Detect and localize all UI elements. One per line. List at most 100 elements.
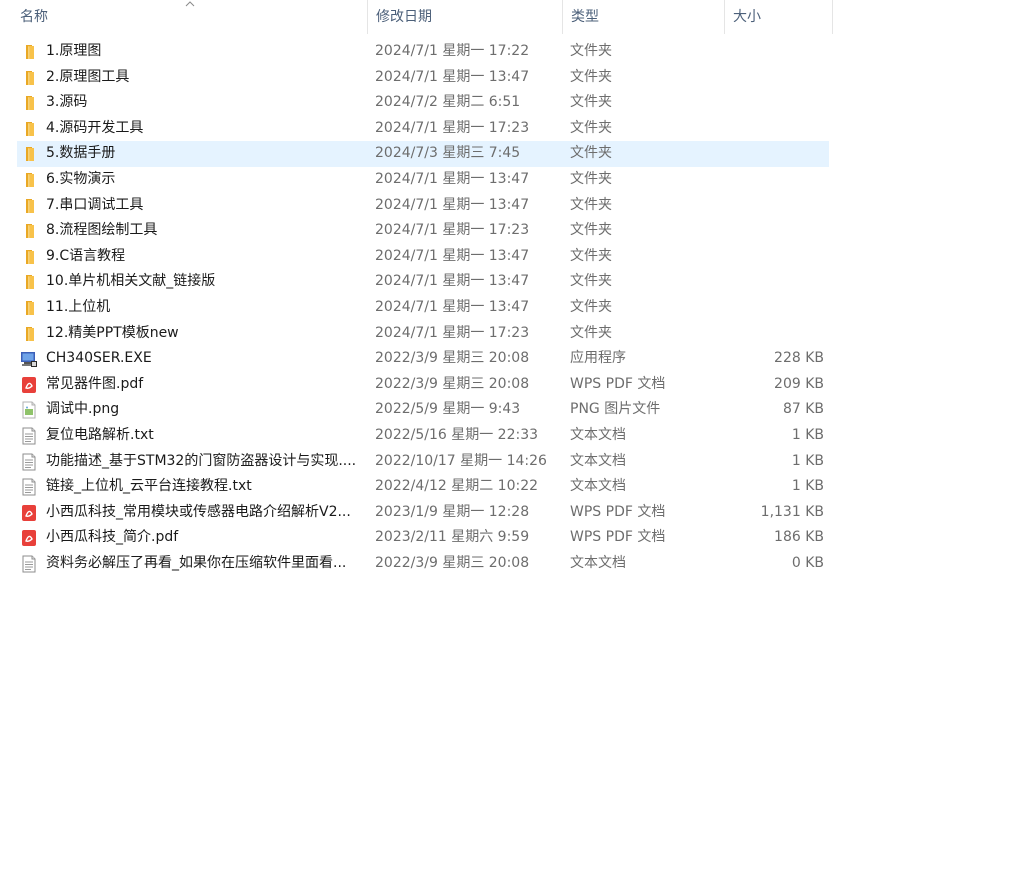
file-size [724, 321, 824, 347]
file-type: 文本文档 [570, 478, 626, 495]
txt-icon [20, 427, 38, 445]
file-name: CH340SER.EXE [46, 350, 152, 367]
file-type: 文件夹 [570, 119, 612, 136]
pdf-icon [20, 376, 38, 394]
file-size: 1 KB [791, 426, 824, 443]
file-date: 2022/3/9 星期三 20:08 [375, 375, 530, 392]
file-name: 3.源码 [46, 94, 88, 111]
file-row[interactable]: 资料务必解压了再看_如果你在压缩软件里面看... 2022/3/9 星期三 20:… [17, 551, 829, 577]
file-type: 应用程序 [570, 350, 626, 367]
pdf-icon [20, 504, 38, 522]
column-header-size[interactable]: 大小 [725, 0, 833, 34]
file-name: 10.单片机相关文献_链接版 [46, 273, 216, 290]
file-size [724, 116, 824, 142]
file-date: 2024/7/1 星期一 13:47 [375, 247, 530, 264]
file-type: 文件夹 [570, 170, 612, 187]
file-date: 2023/2/11 星期六 9:59 [375, 529, 530, 546]
file-date: 2024/7/1 星期一 17:22 [375, 43, 530, 59]
file-name: 小西瓜科技_简介.pdf [46, 529, 179, 546]
file-size [724, 218, 824, 244]
file-size [724, 90, 824, 116]
file-explorer: 名称 修改日期 类型 大小 1.原理图 2024/7/1 星期一 17:22 文件夹… [0, 0, 1024, 878]
file-name: 4.源码开发工具 [46, 119, 144, 136]
file-name: 链接_上位机_云平台连接教程.txt [46, 478, 252, 495]
file-type: 文件夹 [570, 196, 612, 213]
column-header-type[interactable]: 类型 [563, 0, 725, 34]
folder-icon [20, 43, 38, 61]
file-date: 2024/7/1 星期一 13:47 [375, 68, 530, 85]
folder-icon [20, 69, 38, 87]
file-row[interactable]: 小西瓜科技_常用模块或传感器电路介绍解析V2... 2023/1/9 星期一 12… [17, 500, 829, 526]
file-name: 6.实物演示 [46, 170, 116, 187]
file-row[interactable]: 6.实物演示 2024/7/1 星期一 13:47 文件夹 [17, 167, 829, 193]
file-row[interactable]: 常见器件图.pdf 2022/3/9 星期三 20:08 WPS PDF 文档 209… [17, 372, 829, 398]
file-row[interactable]: 8.流程图绘制工具 2024/7/1 星期一 17:23 文件夹 [17, 218, 829, 244]
file-date: 2022/3/9 星期三 20:08 [375, 350, 530, 367]
file-size: 1 KB [791, 452, 824, 469]
file-name: 9.C语言教程 [46, 247, 126, 264]
file-row[interactable]: 3.源码 2024/7/2 星期二 6:51 文件夹 [17, 90, 829, 116]
file-row[interactable]: 功能描述_基于STM32的门窗防盗器设计与实现.... 2022/10/17 星期… [17, 449, 829, 475]
file-row[interactable]: CH340SER.EXE 2022/3/9 星期三 20:08 应用程序 228 KB [17, 346, 829, 372]
column-header-date[interactable]: 修改日期 [368, 0, 563, 34]
folder-icon [20, 325, 38, 343]
txt-icon [20, 478, 38, 496]
file-type: 文件夹 [570, 43, 612, 59]
file-row[interactable]: 小西瓜科技_简介.pdf 2023/2/11 星期六 9:59 WPS PDF 文档… [17, 525, 829, 551]
file-type: 文本文档 [570, 554, 626, 571]
file-name: 资料务必解压了再看_如果你在压缩软件里面看... [46, 554, 347, 571]
file-type: WPS PDF 文档 [570, 503, 666, 520]
file-size: 1,131 KB [760, 503, 824, 520]
file-name: 2.原理图工具 [46, 68, 130, 85]
file-name: 调试中.png [46, 401, 120, 418]
file-row[interactable]: 12.精美PPT模板new 2024/7/1 星期一 17:23 文件夹 [17, 321, 829, 347]
file-size: 186 KB [774, 529, 824, 546]
file-date: 2022/5/9 星期一 9:43 [375, 401, 521, 418]
sort-ascending-icon [185, 1, 195, 7]
folder-icon [20, 171, 38, 189]
file-name: 1.原理图 [46, 43, 102, 59]
folder-icon [20, 120, 38, 138]
file-type: 文件夹 [570, 298, 612, 315]
file-date: 2023/1/9 星期一 12:28 [375, 503, 530, 520]
file-row[interactable]: 调试中.png 2022/5/9 星期一 9:43 PNG 图片文件 87 KB [17, 397, 829, 423]
folder-icon [20, 197, 38, 215]
file-type: PNG 图片文件 [570, 401, 661, 418]
folder-icon [20, 299, 38, 317]
file-name: 12.精美PPT模板new [46, 324, 179, 341]
file-size [724, 39, 824, 65]
file-type: 文件夹 [570, 94, 612, 111]
file-row[interactable]: 10.单片机相关文献_链接版 2024/7/1 星期一 13:47 文件夹 [17, 269, 829, 295]
file-date: 2024/7/1 星期一 13:47 [375, 298, 530, 315]
file-date: 2024/7/1 星期一 17:23 [375, 119, 530, 136]
file-size: 0 KB [791, 554, 824, 571]
file-row[interactable]: 1.原理图 2024/7/1 星期一 17:22 文件夹 [17, 39, 829, 65]
file-type: 文件夹 [570, 222, 612, 239]
file-row[interactable]: 9.C语言教程 2024/7/1 星期一 13:47 文件夹 [17, 244, 829, 270]
file-row[interactable]: 复位电路解析.txt 2022/5/16 星期一 22:33 文本文档 1 KB [17, 423, 829, 449]
column-header-bar: 名称 修改日期 类型 大小 [0, 0, 834, 34]
file-row[interactable]: 链接_上位机_云平台连接教程.txt 2022/4/12 星期二 10:22 文本文… [17, 474, 829, 500]
file-row[interactable]: 11.上位机 2024/7/1 星期一 13:47 文件夹 [17, 295, 829, 321]
file-type: WPS PDF 文档 [570, 375, 666, 392]
file-name: 小西瓜科技_常用模块或传感器电路介绍解析V2... [46, 503, 351, 520]
file-date: 2024/7/3 星期三 7:45 [375, 145, 521, 162]
file-size: 209 KB [774, 375, 824, 392]
file-type: 文本文档 [570, 426, 626, 443]
file-date: 2022/5/16 星期一 22:33 [375, 426, 539, 443]
file-type: 文件夹 [570, 247, 612, 264]
folder-icon [20, 273, 38, 291]
file-size: 1 KB [791, 478, 824, 495]
file-name: 7.串口调试工具 [46, 196, 144, 213]
folder-icon [20, 222, 38, 240]
file-row[interactable]: 2.原理图工具 2024/7/1 星期一 13:47 文件夹 [17, 65, 829, 91]
pdf-icon [20, 529, 38, 547]
file-row[interactable]: 4.源码开发工具 2024/7/1 星期一 17:23 文件夹 [17, 116, 829, 142]
file-name: 复位电路解析.txt [46, 426, 154, 443]
file-date: 2024/7/1 星期一 17:23 [375, 324, 530, 341]
file-row[interactable]: 5.数据手册 2024/7/3 星期三 7:45 文件夹 [17, 141, 829, 167]
folder-icon [20, 248, 38, 266]
file-type: 文件夹 [570, 324, 612, 341]
file-size [724, 141, 824, 167]
file-row[interactable]: 7.串口调试工具 2024/7/1 星期一 13:47 文件夹 [17, 193, 829, 219]
